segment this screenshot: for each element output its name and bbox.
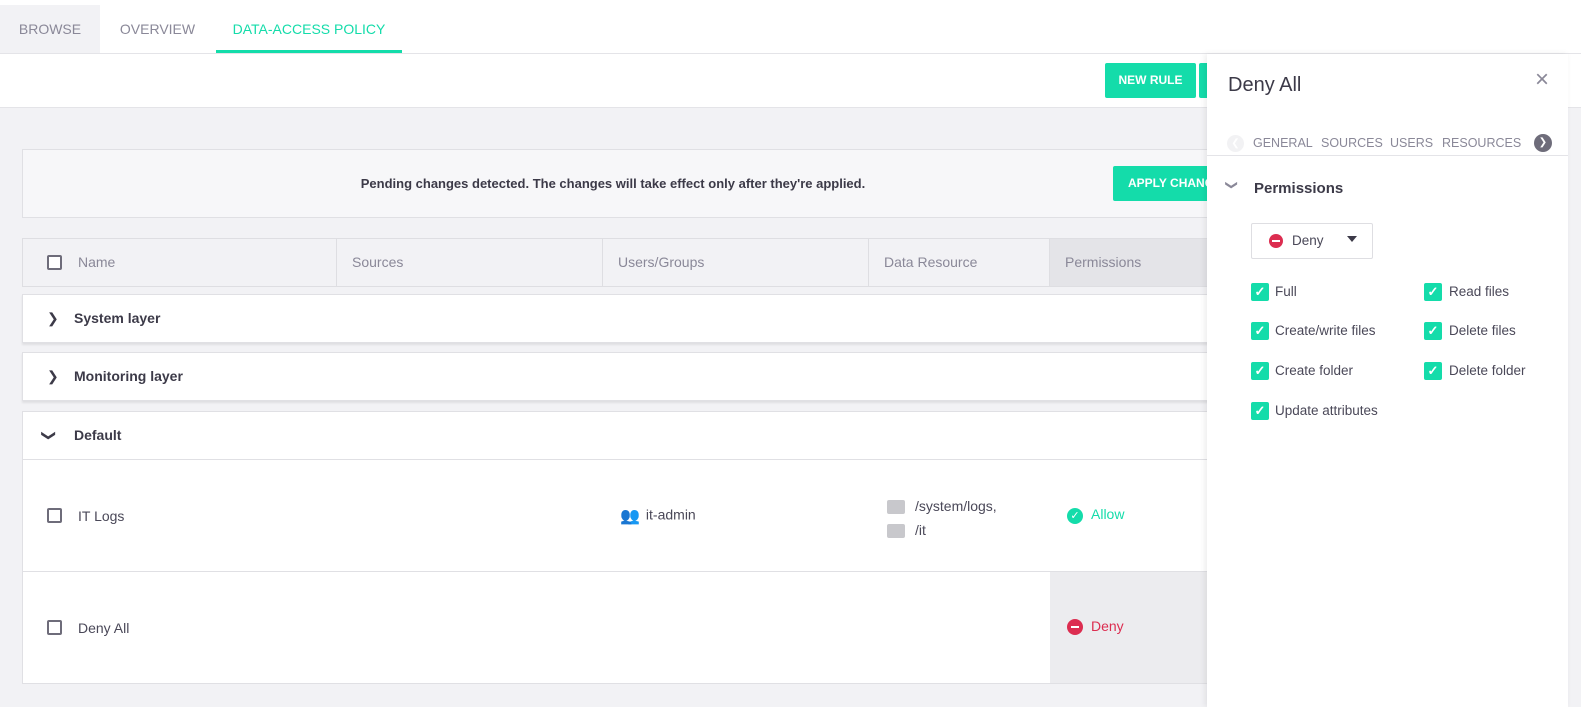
group-label: Default xyxy=(74,427,122,443)
divider xyxy=(1207,155,1568,156)
permission-label: Create/write files xyxy=(1275,323,1376,338)
permission-deny: Deny xyxy=(1067,618,1124,636)
permission-label: Delete folder xyxy=(1449,363,1526,378)
close-icon[interactable]: × xyxy=(1535,66,1549,94)
permission-label: Read files xyxy=(1449,284,1510,299)
tab-bar: BROWSE OVERVIEW DATA-ACCESS POLICY xyxy=(0,0,1581,54)
checkbox-delete-folder[interactable]: ✓ xyxy=(1424,362,1442,380)
column-name[interactable]: Name xyxy=(63,239,337,286)
checkbox-update-attributes[interactable]: ✓ xyxy=(1251,402,1269,420)
users-cell: 👥 it-admin xyxy=(620,506,696,526)
checkbox-delete-files[interactable]: ✓ xyxy=(1424,322,1442,340)
user-group: it-admin xyxy=(645,506,696,523)
resource-path: /it xyxy=(915,522,926,538)
row-checkbox[interactable] xyxy=(47,508,62,523)
panel-tab-resources[interactable]: RESOURCES xyxy=(1442,136,1521,150)
tab-data-access-policy[interactable]: DATA-ACCESS POLICY xyxy=(216,5,402,53)
permission-label: Delete files xyxy=(1449,323,1516,338)
permission-label: Allow xyxy=(1091,506,1125,522)
caret-down-icon xyxy=(1347,236,1357,242)
panel-tab-users[interactable]: USERS xyxy=(1390,136,1433,150)
column-permissions[interactable]: Permissions xyxy=(1050,239,1230,286)
select-all-checkbox[interactable] xyxy=(47,255,62,270)
tab-browse[interactable]: BROWSE xyxy=(0,5,100,53)
column-users[interactable]: Users/Groups xyxy=(603,239,869,286)
banner-message: Pending changes detected. The changes wi… xyxy=(360,176,866,191)
deny-icon xyxy=(1067,619,1083,636)
rule-detail-panel: Deny All × ❮ GENERAL SOURCES USERS RESOU… xyxy=(1207,54,1568,707)
rule-name: IT Logs xyxy=(78,508,125,524)
permission-mode-dropdown[interactable]: Deny xyxy=(1251,223,1373,259)
permission-label: Full xyxy=(1275,284,1297,299)
resources-cell: /system/logs, /it xyxy=(887,494,997,542)
folder-icon xyxy=(887,500,905,515)
scroll-left-icon[interactable]: ❮ xyxy=(1227,135,1244,152)
checkbox-create-write-files[interactable]: ✓ xyxy=(1251,322,1269,340)
table-header: Name Sources Users/Groups Data Resource … xyxy=(22,238,1230,287)
chevron-down-icon[interactable]: ❯ xyxy=(1225,180,1239,190)
tab-overview[interactable]: OVERVIEW xyxy=(100,5,215,53)
panel-title: Deny All xyxy=(1228,74,1302,96)
permission-label: Deny xyxy=(1091,618,1124,634)
new-rule-button[interactable]: NEW RULE xyxy=(1105,63,1196,98)
checkbox-read-files[interactable]: ✓ xyxy=(1424,283,1442,301)
permission-allow: ✓ Allow xyxy=(1067,506,1124,524)
group-label: Monitoring layer xyxy=(74,368,183,384)
table-row[interactable]: Deny All Deny xyxy=(22,572,1230,684)
resource-path: /system/logs, xyxy=(915,498,997,514)
group-monitoring-layer[interactable]: ❯ Monitoring layer xyxy=(22,352,1222,401)
permission-label: Update attributes xyxy=(1275,403,1378,418)
row-checkbox[interactable] xyxy=(47,620,62,635)
group-default[interactable]: ❯ Default xyxy=(22,411,1222,460)
permission-label: Create folder xyxy=(1275,363,1354,378)
check-circle-icon: ✓ xyxy=(1067,508,1083,524)
column-data-resource[interactable]: Data Resource xyxy=(869,239,1050,286)
rule-name: Deny All xyxy=(78,620,130,636)
group-system-layer[interactable]: ❯ System layer xyxy=(22,294,1222,343)
users-icon: 👥 xyxy=(620,508,640,525)
checkbox-full[interactable]: ✓ xyxy=(1251,283,1269,301)
checkbox-create-folder[interactable]: ✓ xyxy=(1251,362,1269,380)
column-sources[interactable]: Sources xyxy=(337,239,603,286)
table-row[interactable]: IT Logs 👥 it-admin /system/logs, /it ✓ All… xyxy=(22,460,1222,572)
folder-icon xyxy=(887,524,905,539)
scroll-right-icon[interactable]: ❯ xyxy=(1534,134,1552,152)
chevron-right-icon: ❯ xyxy=(47,368,59,384)
pending-changes-banner: Pending changes detected. The changes wi… xyxy=(22,149,1243,218)
section-title: Permissions xyxy=(1254,180,1344,197)
panel-tab-general[interactable]: GENERAL xyxy=(1253,136,1313,150)
group-label: System layer xyxy=(74,310,161,326)
panel-tab-sources[interactable]: SOURCES xyxy=(1321,136,1383,150)
chevron-right-icon: ❯ xyxy=(47,310,59,326)
deny-icon xyxy=(1269,234,1283,248)
dropdown-value: Deny xyxy=(1292,233,1324,248)
chevron-down-icon: ❯ xyxy=(41,429,58,442)
